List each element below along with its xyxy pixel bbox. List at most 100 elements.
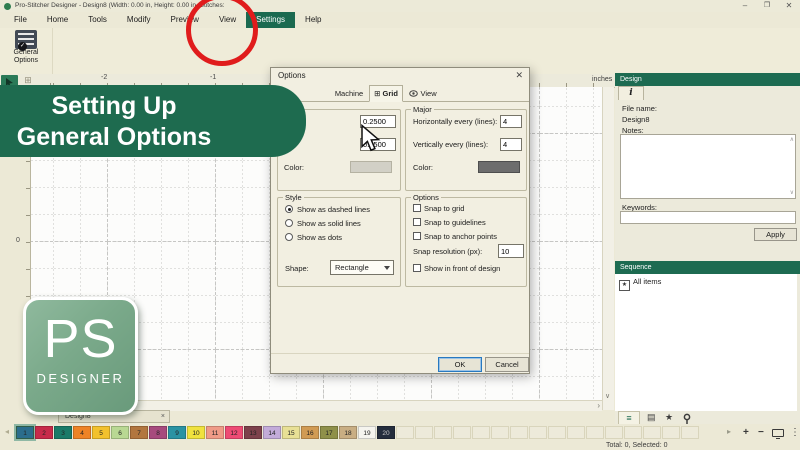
palette-left-icon[interactable]: ◂ bbox=[5, 427, 9, 436]
general-options-button[interactable]: ✓ General Options bbox=[4, 29, 48, 65]
palette-swatch-9[interactable]: 9 bbox=[168, 426, 186, 439]
style-group: Style Show as dashed lines Show as solid… bbox=[277, 197, 401, 287]
palette-slot-empty[interactable] bbox=[681, 426, 699, 439]
dialog-close-icon[interactable]: ✕ bbox=[515, 70, 523, 81]
palette-slot-empty[interactable] bbox=[415, 426, 433, 439]
cancel-button[interactable]: Cancel bbox=[485, 357, 529, 372]
menu-item-help[interactable]: Help bbox=[295, 12, 331, 28]
add-icon[interactable]: + bbox=[743, 427, 749, 438]
palette-slot-empty[interactable] bbox=[624, 426, 642, 439]
palette-swatch-19[interactable]: 19 bbox=[358, 426, 376, 439]
palette-swatch-8[interactable]: 8 bbox=[149, 426, 167, 439]
close-button[interactable]: ✕ bbox=[780, 1, 798, 10]
radio-dashed-lines-label: Show as dashed lines bbox=[297, 205, 370, 214]
major-vertical-input[interactable] bbox=[500, 138, 522, 151]
layers-icon[interactable]: ▤ bbox=[647, 412, 656, 423]
maximize-button[interactable]: ❐ bbox=[758, 1, 776, 9]
notes-textarea[interactable]: ∧ ∨ bbox=[620, 134, 796, 199]
palette-swatch-12[interactable]: 12 bbox=[225, 426, 243, 439]
palette-swatch-15[interactable]: 15 bbox=[282, 426, 300, 439]
scroll-down-icon[interactable]: ∨ bbox=[605, 392, 610, 400]
palette-slot-empty[interactable] bbox=[453, 426, 471, 439]
title-bar: Pro-Stitcher Designer - Design8 (Width: … bbox=[0, 0, 800, 12]
palette-advance-icon[interactable]: ▸ bbox=[727, 427, 731, 436]
vertical-scrollbar[interactable]: ∨ bbox=[602, 87, 614, 410]
palette-swatch-17[interactable]: 17 bbox=[320, 426, 338, 439]
palette-swatch-16[interactable]: 16 bbox=[301, 426, 319, 439]
palette-slot-empty[interactable] bbox=[529, 426, 547, 439]
check-icon: ✓ bbox=[18, 42, 27, 51]
palette-swatch-20[interactable]: 20 bbox=[377, 426, 395, 439]
tab-grid[interactable]: ⊞ Grid bbox=[369, 85, 403, 102]
dialog-tab-bar: Machine ⊞ Grid View bbox=[271, 84, 529, 102]
mouse-cursor-icon bbox=[360, 124, 382, 159]
status-bar: Total: 0, Selected: 0 bbox=[0, 441, 800, 450]
minor-color-label: Color: bbox=[284, 163, 304, 172]
options-group-label: Options bbox=[411, 193, 441, 202]
radio-solid-lines[interactable] bbox=[285, 219, 293, 227]
snap-to-guidelines-label: Snap to guidelines bbox=[424, 218, 486, 227]
palette-slot-empty[interactable] bbox=[567, 426, 585, 439]
menu-item-modify[interactable]: Modify bbox=[117, 12, 161, 28]
palette-swatch-13[interactable]: 13 bbox=[244, 426, 262, 439]
tab-view[interactable]: View bbox=[405, 86, 441, 102]
palette-swatch-3[interactable]: 3 bbox=[54, 426, 72, 439]
menu-item-file[interactable]: File bbox=[4, 12, 37, 28]
palette-slot-empty[interactable] bbox=[510, 426, 528, 439]
info-tab[interactable]: i bbox=[618, 86, 644, 100]
palette-slot-empty[interactable] bbox=[396, 426, 414, 439]
palette-slot-empty[interactable] bbox=[548, 426, 566, 439]
palette-slot-empty[interactable] bbox=[662, 426, 680, 439]
app-window: Pro-Stitcher Designer - Design8 (Width: … bbox=[0, 0, 800, 450]
sequence-all-items-row[interactable]: ★All items bbox=[619, 277, 661, 291]
scroll-down-icon[interactable]: ∨ bbox=[790, 190, 794, 196]
keywords-input[interactable] bbox=[620, 211, 796, 224]
palette-swatch-4[interactable]: 4 bbox=[73, 426, 91, 439]
palette-swatch-11[interactable]: 11 bbox=[206, 426, 224, 439]
sequence-list[interactable]: ★All items bbox=[615, 274, 797, 411]
minimize-button[interactable]: – bbox=[736, 1, 754, 10]
radio-dashed-lines[interactable] bbox=[285, 205, 293, 213]
tab-machine[interactable]: Machine bbox=[331, 86, 367, 102]
monitor-icon[interactable] bbox=[772, 429, 784, 437]
kebab-menu-icon[interactable]: ⋮ bbox=[790, 427, 800, 438]
palette-slot-empty[interactable] bbox=[491, 426, 509, 439]
palette-swatch-2[interactable]: 2 bbox=[35, 426, 53, 439]
palette-swatch-7[interactable]: 7 bbox=[130, 426, 148, 439]
checkbox-snap-to-guidelines[interactable] bbox=[413, 218, 421, 226]
menu-item-tools[interactable]: Tools bbox=[78, 12, 117, 28]
palette-slot-empty[interactable] bbox=[472, 426, 490, 439]
radio-dots[interactable] bbox=[285, 233, 293, 241]
major-horizontal-input[interactable] bbox=[500, 115, 522, 128]
document-tab-close-icon[interactable]: × bbox=[161, 413, 165, 420]
snap-resolution-input[interactable] bbox=[498, 244, 524, 258]
radio-solid-lines-label: Show as solid lines bbox=[297, 219, 361, 228]
menu-item-home[interactable]: Home bbox=[37, 12, 78, 28]
ok-button[interactable]: OK bbox=[438, 357, 482, 372]
palette-swatch-5[interactable]: 5 bbox=[92, 426, 110, 439]
palette-slot-empty[interactable] bbox=[586, 426, 604, 439]
checkbox-snap-to-anchor-points[interactable] bbox=[413, 232, 421, 240]
palette-swatch-18[interactable]: 18 bbox=[339, 426, 357, 439]
shape-dropdown[interactable]: Rectangle bbox=[330, 260, 394, 275]
checkbox-snap-to-grid[interactable] bbox=[413, 204, 421, 212]
all-items-label: All items bbox=[633, 277, 661, 286]
star-icon[interactable]: ★ bbox=[665, 412, 673, 423]
palette-swatch-14[interactable]: 14 bbox=[263, 426, 281, 439]
list-view-tab[interactable]: ≡ bbox=[618, 411, 640, 424]
palette-slot-empty[interactable] bbox=[605, 426, 623, 439]
palette-swatch-10[interactable]: 10 bbox=[187, 426, 205, 439]
remove-icon[interactable]: − bbox=[758, 427, 764, 438]
palette-slot-empty[interactable] bbox=[643, 426, 661, 439]
palette-swatch-6[interactable]: 6 bbox=[111, 426, 129, 439]
palette-slot-empty[interactable] bbox=[434, 426, 452, 439]
scroll-up-icon[interactable]: ∧ bbox=[790, 137, 794, 143]
ruler-unit-label: inches bbox=[592, 76, 612, 83]
checkbox-show-in-front[interactable] bbox=[413, 264, 421, 272]
minor-color-swatch[interactable] bbox=[350, 161, 392, 173]
scroll-right-icon[interactable]: › bbox=[597, 401, 600, 411]
palette-swatch-1[interactable]: 1 bbox=[16, 426, 34, 439]
apply-button[interactable]: Apply bbox=[754, 228, 797, 241]
major-color-swatch[interactable] bbox=[478, 161, 520, 173]
star-box-icon: ★ bbox=[619, 280, 630, 291]
